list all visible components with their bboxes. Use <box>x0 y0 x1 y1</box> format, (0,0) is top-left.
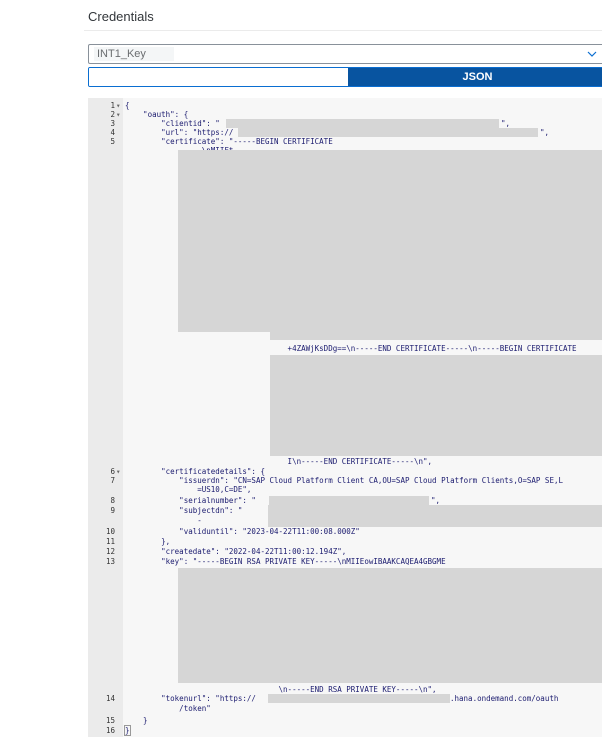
redacted-certificate <box>178 150 602 332</box>
line-number: 10 <box>105 527 115 536</box>
fold-icon[interactable]: ▾ <box>116 101 121 110</box>
key-select-value: INT1_Key <box>97 48 146 60</box>
code-line: { <box>125 101 130 110</box>
line-number: 14 <box>105 694 115 703</box>
line-number: 6 <box>110 467 115 476</box>
fold-icon[interactable]: ▾ <box>116 110 121 119</box>
code-line: =US10,C=DE", <box>125 485 252 494</box>
line-number: 5 <box>110 137 115 146</box>
line-number: 12 <box>105 547 115 556</box>
line-number: 4 <box>110 128 115 137</box>
code-line: "certificatedetails": { <box>125 467 265 476</box>
code-line: "createdate": "2022-04-22T11:00:12.194Z"… <box>125 547 347 556</box>
redacted-value <box>268 505 602 527</box>
code-line: "validuntil": "2023-04-22T11:00:08.000Z" <box>125 527 360 536</box>
redacted-certificate <box>270 355 602 456</box>
code-line: /token" <box>125 704 211 713</box>
line-number: 7 <box>110 476 115 485</box>
code-line: .hana.ondemand.com/oauth <box>450 694 559 703</box>
code-line: "tokenurl": "https:// <box>125 694 256 703</box>
code-line: "certificate": "-----BEGIN CERTIFICATE <box>125 137 333 146</box>
json-editor[interactable]: 1 2 3 4 5 6 7 8 9 10 11 12 13 14 15 16 ▾… <box>88 98 602 737</box>
line-number: 15 <box>105 716 115 725</box>
chevron-down-icon[interactable] <box>587 49 597 59</box>
view-toggle[interactable]: JSON <box>88 67 602 87</box>
code-line: "serialnumber": " <box>125 496 256 505</box>
code-line: "key": "-----BEGIN RSA PRIVATE KEY-----\… <box>125 557 446 566</box>
json-view-button[interactable]: JSON <box>348 68 602 86</box>
line-number: 13 <box>105 557 115 566</box>
code-line: "clientid": " <box>125 119 220 128</box>
code-line: I\n-----END CERTIFICATE-----\n", <box>125 457 433 466</box>
redacted-value <box>268 694 450 703</box>
fold-icon[interactable]: ▾ <box>116 467 121 476</box>
code-line: "oauth": { <box>125 110 189 119</box>
line-number: 11 <box>105 537 115 546</box>
code-line: } <box>125 716 148 725</box>
code-line: }, <box>125 537 171 546</box>
code-line: "issuerdn": "CN=SAP Cloud Platform Clien… <box>125 476 563 485</box>
line-number: 2 <box>110 110 115 119</box>
page-title: Credentials <box>88 9 154 24</box>
line-gutter <box>88 98 123 737</box>
code-line: - <box>125 516 202 525</box>
redacted-certificate <box>270 332 602 340</box>
redacted-value <box>269 496 429 505</box>
code-line: +4ZAWjKsDDg==\n-----END CERTIFICATE-----… <box>125 344 577 353</box>
code-line: "subjectdn": " <box>125 506 243 515</box>
redacted-key <box>178 568 602 683</box>
code-line: "url": "https:// <box>125 128 234 137</box>
line-number: 3 <box>110 119 115 128</box>
code-line: ", <box>431 496 441 505</box>
code-line: ", <box>501 119 511 128</box>
line-number: 16 <box>105 726 115 735</box>
code-line: } <box>124 725 131 736</box>
code-line: \n-----END RSA PRIVATE KEY-----\n", <box>125 685 437 694</box>
redacted-value <box>238 128 538 137</box>
code-line: ", <box>540 128 550 137</box>
redacted-value <box>226 119 499 128</box>
key-select[interactable]: INT1_Key <box>88 44 602 64</box>
title-divider <box>84 30 602 31</box>
form-view-button[interactable] <box>89 68 348 86</box>
line-number: 9 <box>110 506 115 515</box>
line-number: 1 <box>110 101 115 110</box>
line-number: 8 <box>110 496 115 505</box>
